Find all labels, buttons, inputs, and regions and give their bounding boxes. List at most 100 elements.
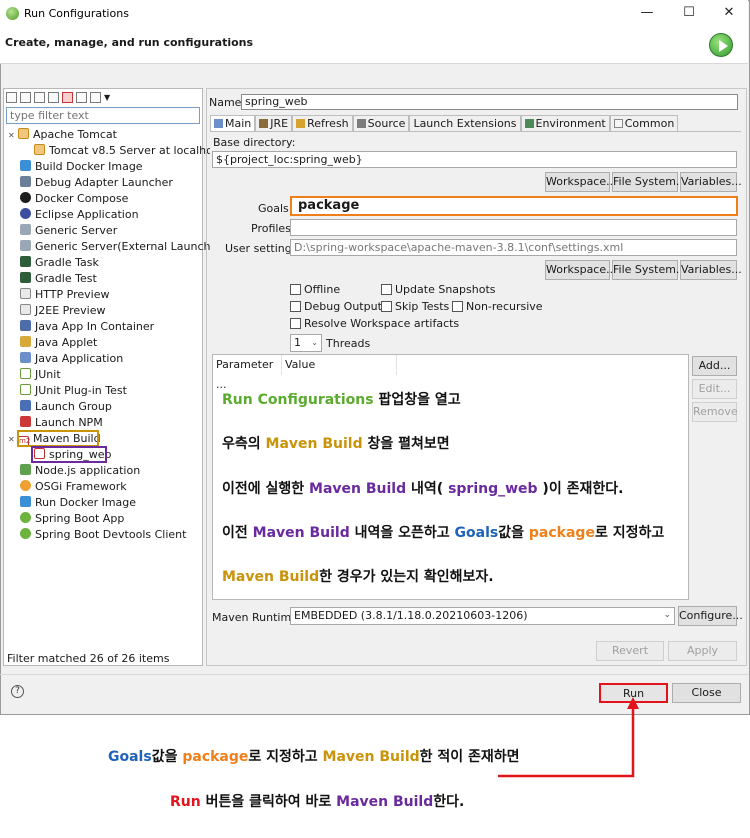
tree-item-build-docker-image[interactable]: Build Docker Image	[8, 159, 202, 175]
tab-refresh[interactable]: Refresh	[292, 115, 353, 131]
non-recursive-checkbox[interactable]: Non-recursive	[452, 300, 543, 313]
filter-icon[interactable]	[90, 91, 101, 103]
tab-launch-extensions[interactable]: Launch Extensions	[409, 115, 521, 131]
edit-parameter-button[interactable]: Edit...	[692, 379, 737, 399]
chevron-down-icon: ⌄	[663, 610, 671, 620]
annotation-text: 값을	[151, 749, 183, 765]
tree-item-docker-compose[interactable]: Docker Compose	[8, 191, 202, 207]
tree-item-generic-server-external[interactable]: Generic Server(External Launch)	[8, 239, 215, 255]
tree-item-launch-group[interactable]: Launch Group	[8, 399, 202, 415]
help-icon[interactable]: ?	[11, 685, 24, 698]
column-header-parameter[interactable]: Parameter ...	[213, 355, 282, 391]
tree-item-run-docker-image[interactable]: Run Docker Image	[8, 495, 202, 511]
tree-item-label: Java App In Container	[35, 320, 155, 333]
skip-tests-checkbox[interactable]: Skip Tests	[381, 300, 449, 313]
revert-button[interactable]: Revert	[596, 641, 664, 661]
tree-item-nodejs[interactable]: Node.js application	[8, 463, 202, 479]
tree-item-label: Run Docker Image	[35, 496, 137, 509]
variables-button[interactable]: Variables...	[680, 172, 742, 192]
profiles-label: Profiles:	[251, 222, 295, 235]
offline-checkbox[interactable]: Offline	[290, 283, 340, 296]
export-icon[interactable]	[34, 91, 45, 103]
tree-item-apache-tomcat[interactable]: ✕ Apache Tomcat	[8, 127, 202, 143]
tree-item-eclipse-application[interactable]: Eclipse Application	[8, 207, 202, 223]
tree-item-java-application[interactable]: Java Application	[8, 351, 202, 367]
environment-tab-icon	[524, 119, 534, 128]
minimize-icon[interactable]: —	[636, 4, 658, 22]
tree-item-spring-boot-app[interactable]: Spring Boot App	[8, 511, 202, 527]
tree-item-generic-server[interactable]: Generic Server	[8, 223, 202, 239]
tree-item-j2ee-preview[interactable]: J2EE Preview	[8, 303, 202, 319]
goals-input[interactable]: package	[290, 196, 738, 216]
tab-common[interactable]: Common	[609, 115, 679, 131]
tree-item-osgi[interactable]: OSGi Framework	[8, 479, 202, 495]
resolve-workspace-checkbox[interactable]: Resolve Workspace artifacts	[290, 317, 459, 330]
tree-item-java-applet[interactable]: Java Applet	[8, 335, 202, 351]
checkbox-box[interactable]	[290, 284, 301, 295]
checkbox-box[interactable]	[381, 301, 392, 312]
close-button[interactable]: Close	[672, 683, 741, 703]
profiles-input[interactable]	[290, 219, 737, 236]
workspace-button[interactable]: Workspace...	[545, 172, 617, 192]
tree-item-spring-devtools[interactable]: Spring Boot Devtools Client	[8, 527, 202, 543]
tab-main[interactable]: Main	[210, 115, 256, 131]
base-directory-input[interactable]: ${project_loc:spring_web}	[212, 151, 737, 168]
checkbox-label: Offline	[304, 283, 341, 296]
tree-item-java-app-container[interactable]: Java App In Container	[8, 319, 202, 335]
remove-parameter-button[interactable]: Remove	[692, 402, 738, 422]
tree-item-launch-npm[interactable]: Launch NPM	[8, 415, 202, 431]
annotation-text: 이전에 실행한	[222, 481, 310, 497]
checkbox-box[interactable]	[452, 301, 463, 312]
collapse-all-icon[interactable]	[76, 91, 87, 103]
tree-item-junit-plugin[interactable]: JUnit Plug-in Test	[8, 383, 202, 399]
tab-source[interactable]: Source	[352, 115, 410, 131]
apply-button[interactable]: Apply	[668, 641, 737, 661]
checkbox-box[interactable]	[290, 301, 301, 312]
new-prototype-icon[interactable]	[20, 91, 31, 103]
add-parameter-button[interactable]: Add...	[692, 356, 737, 376]
name-input[interactable]: spring_web	[241, 94, 738, 110]
view-menu-chevron-down-icon[interactable]: ▼	[104, 93, 110, 102]
spring-boot-icon	[20, 528, 31, 539]
checkbox-box[interactable]	[381, 284, 392, 295]
debug-output-checkbox[interactable]: Debug Output	[290, 300, 382, 313]
source-tab-icon	[356, 119, 366, 128]
tab-environment[interactable]: Environment	[520, 115, 610, 131]
filter-input[interactable]	[6, 107, 200, 124]
tree-item-gradle-task[interactable]: Gradle Task	[8, 255, 202, 271]
maven-runtime-select[interactable]: EMBEDDED (3.8.1/1.18.0.20210603-1206) ⌄	[290, 607, 675, 625]
tree-item-label: Node.js application	[35, 464, 141, 477]
annotation-text: 로 지정하고	[594, 525, 665, 541]
gradle-icon	[20, 272, 31, 283]
checkbox-label: Debug Output	[304, 300, 382, 313]
tree-item-gradle-test[interactable]: Gradle Test	[8, 271, 202, 287]
docker-icon	[20, 496, 31, 507]
close-window-icon[interactable]: ✕	[718, 4, 740, 22]
variables-button-2[interactable]: Variables...	[680, 260, 742, 280]
update-snapshots-checkbox[interactable]: Update Snapshots	[381, 283, 496, 296]
annotation-highlight: Maven Build	[322, 749, 420, 765]
maven-runtime-value: EMBEDDED (3.8.1/1.18.0.20210603-1206)	[294, 609, 528, 622]
duplicate-icon[interactable]	[48, 91, 59, 103]
tree-item-label: Launch Group	[35, 400, 112, 413]
expand-chevron-icon[interactable]: ✕	[8, 128, 18, 144]
threads-select[interactable]: 1 ⌄	[290, 334, 322, 352]
file-system-button[interactable]: File System...	[612, 172, 686, 192]
tree-item-tomcat-server[interactable]: Tomcat v8.5 Server at localhost	[8, 143, 223, 159]
maximize-icon[interactable]: ☐	[678, 4, 700, 22]
tree-item-debug-adapter[interactable]: Debug Adapter Launcher	[8, 175, 202, 191]
delete-icon[interactable]	[62, 91, 73, 103]
checkbox-box[interactable]	[290, 318, 301, 329]
tree-item-junit[interactable]: JUnit	[8, 367, 202, 383]
configuration-tree: ✕ Apache Tomcat Tomcat v8.5 Server at loc…	[8, 127, 223, 543]
run-banner-icon	[709, 33, 733, 57]
user-settings-input[interactable]: D:\spring-workspace\apache-maven-3.8.1\c…	[290, 239, 737, 256]
file-system-button-2[interactable]: File System...	[612, 260, 686, 280]
workspace-button-2[interactable]: Workspace...	[545, 260, 617, 280]
tree-item-http-preview[interactable]: HTTP Preview	[8, 287, 202, 303]
new-config-icon[interactable]	[6, 91, 17, 103]
column-header-value[interactable]: Value	[282, 355, 397, 375]
launch-group-icon	[20, 400, 31, 411]
configure-button[interactable]: Configure...	[678, 606, 743, 626]
tab-jre[interactable]: JRE	[255, 115, 293, 131]
